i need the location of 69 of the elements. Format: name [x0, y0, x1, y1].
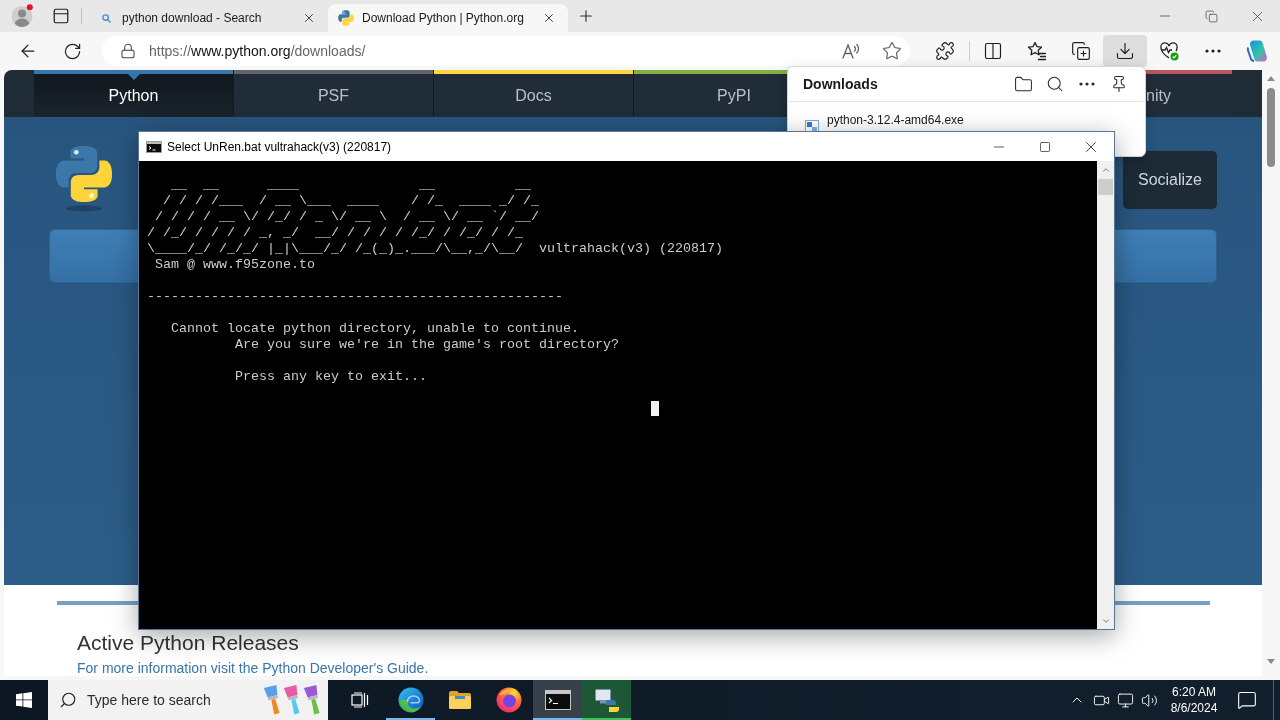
- lock-icon: [120, 43, 136, 59]
- downloads-button[interactable]: [1103, 35, 1147, 67]
- console-text: Are you sure we're in the game's root directory?: [235, 337, 619, 352]
- clock-time[interactable]: 6:20 AM: [1172, 684, 1216, 700]
- heart-pulse-icon: [1159, 41, 1179, 61]
- ascii-art-title: __ __ ____ __ __ / / / /___ / __ \___ ____ / /_ ____ _/ /_ / / / / __ \/ /_/ / _ \/ __ \ / __ \/ __ `/ __/ / /_/ / / / / _, _/ __/ / / / / /_/ / /_/ / /_ \____/_/ /_/_/ |_|\___/_/ /_(_)_.___/\__,_/\__/: [147, 177, 539, 257]
- browser-tab[interactable]: python download - Search: [88, 4, 328, 32]
- new-tab-icon[interactable]: [577, 7, 595, 25]
- panel-title: Downloads: [803, 76, 878, 92]
- restore-icon[interactable]: [1204, 9, 1218, 23]
- collections-icon: [1071, 41, 1091, 61]
- section-heading: Active Python Releases: [77, 632, 299, 654]
- search-input[interactable]: Type here to search: [87, 690, 219, 710]
- network-icon[interactable]: [1116, 691, 1134, 709]
- notification-icon[interactable]: [1237, 690, 1257, 710]
- search-icon: [101, 13, 111, 23]
- flame-orb-icon: [495, 687, 522, 713]
- section-note: For more information visit the Python Developer's Guide.: [77, 660, 429, 676]
- scroll-down-icon[interactable]: [1267, 659, 1275, 664]
- console-text: ----------------------------------------------------: [147, 289, 563, 304]
- nav-tab[interactable]: Docs: [434, 70, 634, 117]
- browser-tab[interactable]: Download Python | Python.org: [328, 4, 568, 32]
- search-icon: [59, 691, 77, 709]
- profile-icon[interactable]: [10, 4, 34, 28]
- installer-icon: [593, 687, 620, 713]
- version-text: vultrahack(v3) (220817): [537, 241, 723, 257]
- clock-date[interactable]: 8/6/2024: [1170, 700, 1218, 716]
- tab-actions-icon[interactable]: [52, 7, 70, 25]
- favorite-star-icon[interactable]: [882, 41, 902, 61]
- window-title: Select UnRen.bat vultrahack(v3) (220817): [167, 139, 392, 154]
- socialize-button[interactable]: Socialize: [1123, 151, 1217, 209]
- nav-tab[interactable]: Python: [34, 70, 234, 117]
- download-icon: [1115, 41, 1135, 61]
- more-icon: [1205, 49, 1221, 53]
- close-tab-icon[interactable]: [302, 11, 316, 25]
- refresh-icon[interactable]: [62, 41, 82, 61]
- gradient-logo-icon: [1245, 39, 1269, 63]
- address-field[interactable]: https://www.python.org/downloads/: [102, 36, 910, 66]
- scrollbar-thumb[interactable]: [1098, 179, 1113, 195]
- maximize-icon[interactable]: [1039, 140, 1051, 153]
- read-aloud-icon[interactable]: [841, 41, 861, 61]
- folder-icon[interactable]: [1013, 74, 1033, 94]
- star-list-icon: [1027, 41, 1047, 61]
- snake-logo-icon[interactable]: [55, 145, 113, 212]
- terminal-icon: [544, 690, 571, 710]
- console-text: Cannot locate python directory, unable to continue.: [171, 321, 579, 336]
- terminal-icon: [146, 140, 162, 153]
- console-text: Sam @ www.f95zone.to: [155, 257, 315, 272]
- more-icon[interactable]: [1079, 82, 1095, 86]
- volume-icon[interactable]: [1140, 691, 1158, 709]
- pointer-triangle-icon: [127, 74, 140, 80]
- search-icon[interactable]: [1046, 75, 1064, 93]
- console-scrollbar[interactable]: [1097, 161, 1114, 629]
- nav-tab[interactable]: PSF: [234, 70, 434, 117]
- swirl-icon: [397, 687, 424, 713]
- scrollbar-thumb[interactable]: [1267, 88, 1275, 167]
- puzzle-icon: [935, 41, 955, 61]
- split-screen-icon: [983, 41, 1003, 61]
- folder-icon: [447, 690, 472, 710]
- file-name[interactable]: python-3.12.4-amd64.exe: [827, 113, 964, 127]
- scroll-up-icon[interactable]: [1267, 76, 1275, 81]
- task-view-icon[interactable]: [351, 692, 369, 708]
- snake-logo-icon: [338, 10, 354, 26]
- taskbar-app-button[interactable]: [533, 680, 582, 720]
- text-cursor-icon: [650, 401, 659, 416]
- windows-logo-icon[interactable]: [16, 692, 32, 708]
- pin-icon[interactable]: [1110, 75, 1128, 93]
- close-tab-icon[interactable]: [542, 11, 556, 25]
- console-text: Press any key to exit...: [235, 369, 427, 384]
